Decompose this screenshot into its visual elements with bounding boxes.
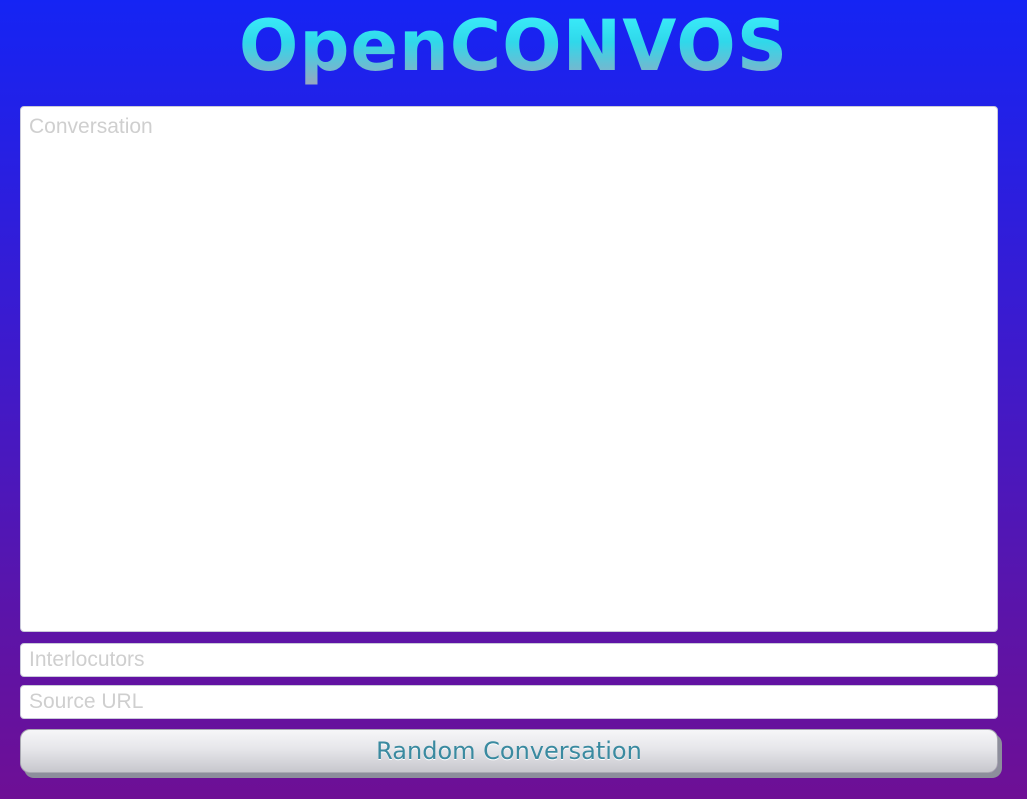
random-conversation-button[interactable]: Random Conversation — [20, 729, 998, 773]
app-logo-title: OpenCONVOS — [0, 6, 1027, 86]
conversation-textarea[interactable] — [20, 106, 998, 632]
interlocutors-input[interactable] — [20, 643, 998, 677]
source-url-input[interactable] — [20, 685, 998, 719]
